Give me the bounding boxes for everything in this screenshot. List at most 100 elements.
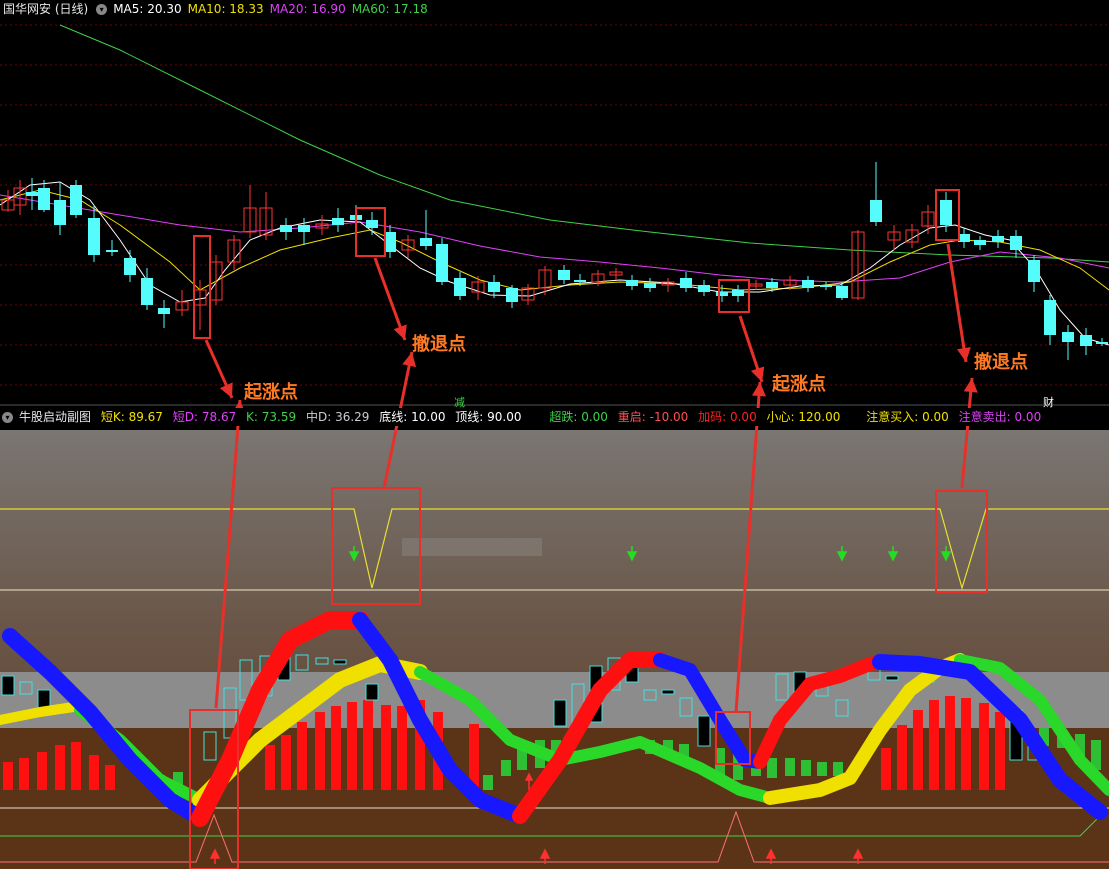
candle-body-down — [1096, 342, 1108, 344]
candle-body-down — [732, 290, 744, 296]
hollow-bar — [553, 699, 567, 727]
retreat-arrow — [946, 243, 968, 363]
rise-arrow-up-head — [752, 382, 766, 397]
red-histogram-bar — [347, 702, 357, 790]
retreat-point-label: 撤退点 — [412, 334, 466, 355]
red-histogram-bar — [381, 705, 391, 790]
red-histogram-bar — [19, 758, 29, 790]
sub-chart-title: 牛股启动副图 — [19, 410, 92, 424]
ma10-label: MA10: 18.33 — [187, 2, 264, 16]
chart-canvas — [0, 24, 1109, 869]
hollow-bar — [333, 659, 347, 665]
reduce-tag: 减 — [454, 396, 465, 409]
candle-body-down — [626, 280, 638, 286]
settings-circle-icon[interactable]: ▾ — [96, 4, 108, 15]
candle-body-down — [436, 244, 448, 282]
indicator-oversold: 超跌: 0.00 — [549, 410, 608, 424]
candle-body-down — [488, 282, 500, 292]
candle-body-down — [1062, 332, 1074, 342]
red-histogram-bar — [55, 745, 65, 790]
hollow-bar — [365, 683, 379, 701]
candle-body-down — [38, 188, 50, 210]
candle-body-down — [1044, 300, 1056, 335]
ma60-label: MA60: 17.18 — [351, 2, 428, 16]
candle-body-down — [26, 192, 38, 196]
red-histogram-bar — [71, 742, 81, 790]
candle-body-down — [158, 308, 170, 314]
candle-body-down — [506, 288, 518, 302]
indicator-mid-d: 中D: 36.29 — [305, 410, 370, 424]
indicator-restart: 重启: -10.00 — [617, 410, 689, 424]
green-histogram-bar — [785, 758, 795, 776]
ma20-label: MA20: 16.90 — [269, 2, 346, 16]
candle-body-down — [820, 285, 832, 287]
indicator-caution: 小心: 120.00 — [766, 410, 841, 424]
red-histogram-bar — [105, 765, 115, 790]
candle-body-down — [106, 250, 118, 252]
hollow-bar — [1, 675, 15, 696]
indicator-watch-buy: 注意买入: 0.00 — [866, 410, 949, 424]
indicator-short-k: 短K: 89.67 — [100, 410, 163, 424]
red-histogram-bar — [3, 762, 13, 790]
indicator-top-line: 顶线: 90.00 — [455, 410, 522, 424]
main-chart-header: 国华网安 (日线) ▾ MA5: 20.30 MA10: 18.33 MA20: 16.… — [0, 0, 434, 18]
candle-body-down — [1028, 260, 1040, 282]
candle-body-down — [836, 286, 848, 298]
retreat-arrow-head — [956, 347, 971, 362]
settings-circle-icon[interactable]: ▾ — [2, 412, 13, 423]
stock-title: 国华网安 (日线) — [3, 2, 89, 16]
red-histogram-bar — [979, 703, 989, 790]
candle-body-down — [1080, 335, 1092, 346]
candle-body-down — [366, 220, 378, 228]
rise-arrow-head — [750, 366, 765, 382]
indicator-add: 加码: 0.00 — [698, 410, 757, 424]
chart-window: 国华网安 (日线) ▾ MA5: 20.30 MA10: 18.33 MA20: 16.… — [0, 0, 1109, 869]
candle-body-down — [124, 258, 136, 275]
candle-body-down — [141, 278, 153, 305]
red-histogram-bar — [881, 748, 891, 790]
candle-body-down — [70, 185, 82, 215]
candle-body-down — [680, 278, 692, 288]
candle-body-down — [574, 280, 586, 282]
red-histogram-bar — [995, 712, 1005, 790]
candle-body-down — [298, 225, 310, 232]
indicator-watch-sell: 注意卖出: 0.00 — [958, 410, 1042, 424]
rise-point-label: 起涨点 — [772, 374, 826, 395]
red-histogram-bar — [897, 725, 907, 790]
candle-body-down — [766, 282, 778, 288]
green-histogram-bar — [501, 760, 511, 776]
candle-body-down — [940, 200, 952, 225]
red-histogram-bar — [37, 752, 47, 790]
candle-body-down — [454, 278, 466, 296]
candle-body-down — [644, 283, 656, 288]
candle-body-down — [698, 285, 710, 292]
candle-body-down — [870, 200, 882, 222]
red-histogram-bar — [281, 735, 291, 790]
red-histogram-bar — [961, 698, 971, 790]
hollow-bar — [885, 675, 899, 681]
red-histogram-bar — [929, 700, 939, 790]
finance-tag: 财 — [1043, 396, 1054, 409]
red-histogram-bar — [913, 710, 923, 790]
candle-body-down — [280, 225, 292, 232]
candle-body-down — [802, 280, 814, 288]
ma5-label: MA5: 20.30 — [113, 2, 182, 16]
red-histogram-bar — [89, 755, 99, 790]
red-histogram-bar — [297, 722, 307, 790]
candle-body-down — [54, 200, 66, 225]
rise-point-label: 起涨点 — [244, 382, 298, 403]
candle-body-down — [1010, 236, 1022, 250]
candle-body-down — [558, 270, 570, 280]
hollow-bar — [697, 715, 711, 747]
red-histogram-bar — [945, 696, 955, 790]
faint-block — [402, 538, 542, 556]
green-histogram-bar — [767, 758, 777, 778]
candle-body-down — [332, 218, 344, 225]
ma60-line — [59, 24, 1109, 263]
red-histogram-bar — [397, 706, 407, 790]
hollow-bar — [661, 689, 675, 695]
indicator-mid-k: K: 73.59 — [246, 410, 297, 424]
red-histogram-bar — [315, 712, 325, 790]
green-histogram-bar — [483, 775, 493, 790]
retreat-point-label: 撤退点 — [974, 352, 1028, 373]
